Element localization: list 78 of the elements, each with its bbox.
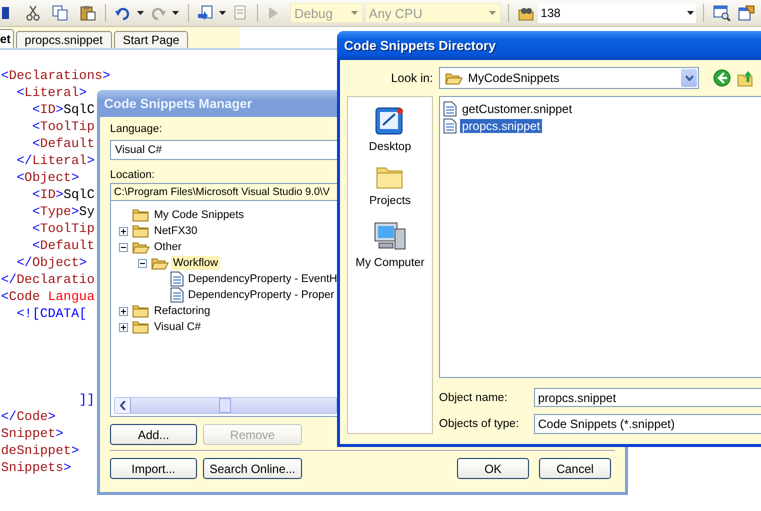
field-label: Objects of type:: [439, 418, 520, 430]
document-icon: [170, 287, 184, 303]
window-title: Code Snippets Directory: [344, 38, 496, 53]
document-icon: [443, 118, 457, 134]
tree-item[interactable]: Workflow: [171, 256, 220, 270]
code-line: </Code>: [1, 409, 56, 424]
copy-icon[interactable]: [50, 4, 70, 22]
object-type-dropdown[interactable]: Code Snippets (*.snippet): [534, 414, 761, 434]
look-in-dropdown[interactable]: MyCodeSnippets: [439, 67, 699, 89]
code-line: Snippet>: [1, 426, 64, 441]
object-name-field[interactable]: propcs.snippet: [534, 388, 761, 407]
open-folder-icon: [132, 240, 150, 254]
tree-item[interactable]: Visual C#: [152, 320, 203, 334]
folder-icon: [132, 304, 150, 318]
dialog-button[interactable]: Cancel: [539, 458, 611, 479]
document-icon: [170, 271, 184, 287]
code-line: </Literal>: [16, 153, 95, 168]
expand-icon[interactable]: [119, 226, 128, 236]
page-arrow-icon[interactable]: [195, 4, 216, 22]
language-dropdown[interactable]: Visual C#: [110, 140, 338, 160]
scrollbar-thumb[interactable]: [219, 398, 231, 413]
code-line: <Code Langua: [1, 289, 95, 304]
code-line: <![CDATA[: [16, 306, 87, 321]
clipboard-icon[interactable]: [78, 4, 98, 22]
tree-item[interactable]: My Code Snippets: [152, 208, 246, 222]
editor-tab[interactable]: et: [0, 29, 14, 48]
code-line: <Default: [31, 136, 95, 151]
dialog-button[interactable]: Add...: [110, 424, 197, 445]
code-line: <Object>: [16, 170, 80, 185]
code-line: <ToolTip: [31, 221, 95, 236]
collapse-icon[interactable]: [119, 242, 128, 252]
place-item[interactable]: My Computer: [353, 221, 427, 279]
tree-item[interactable]: Other: [152, 240, 184, 254]
field-label: Language:: [110, 122, 162, 136]
folder-icon: [132, 224, 150, 238]
code-line: deSnippet>: [1, 443, 80, 458]
file-item[interactable]: propcs.snippet: [460, 118, 542, 132]
dialog-button[interactable]: Search Online...: [203, 458, 302, 479]
code-line: </Object>: [16, 255, 87, 270]
folder-icon: [132, 208, 150, 222]
code-line: <Literal>: [16, 85, 87, 100]
editor-tab[interactable]: propcs.snippet: [16, 31, 112, 48]
folder-icon: [445, 71, 463, 85]
expand-icon[interactable]: [119, 306, 128, 316]
place-item[interactable]: Projects: [367, 163, 413, 221]
back-icon[interactable]: [713, 69, 731, 87]
editor-tab[interactable]: Start Page: [114, 31, 188, 48]
location-field[interactable]: C:\Program Files\Microsoft Visual Studio 9.0\V: [110, 183, 338, 201]
collapse-icon[interactable]: [138, 258, 147, 268]
horizontal-scrollbar[interactable]: [114, 397, 337, 414]
file-item[interactable]: getCustomer.snippet: [460, 102, 574, 116]
tree-item[interactable]: Refactoring: [152, 304, 212, 318]
place-item[interactable]: Desktop: [366, 105, 414, 163]
code-line: Snippets>: [1, 460, 72, 475]
code-line: <Default: [31, 238, 95, 253]
folder-icon: [132, 320, 150, 334]
code-line: <Declarations>: [1, 68, 110, 83]
window-title: Code Snippets Manager: [104, 96, 252, 111]
up-folder-icon[interactable]: [737, 69, 755, 87]
field-label: Location:: [110, 168, 155, 182]
tree-item[interactable]: DependencyProperty - EventH: [186, 272, 340, 286]
find-field[interactable]: 138: [538, 3, 696, 23]
dialog-button[interactable]: OK: [457, 458, 529, 479]
document-icon: [443, 100, 457, 116]
expand-icon[interactable]: [119, 322, 128, 332]
field-label: Look in:: [390, 71, 433, 85]
code-line: <ToolTip: [31, 119, 95, 134]
tree-item[interactable]: DependencyProperty - Proper: [186, 288, 336, 302]
open-folder-icon: [151, 256, 169, 270]
field-label: Object name:: [439, 392, 508, 404]
code-line: <Type>Sy: [31, 204, 95, 219]
code-line: </Declaratio: [1, 272, 95, 287]
tree-item[interactable]: NetFX30: [152, 224, 200, 238]
window-search-icon[interactable]: [711, 4, 734, 22]
code-line: <ID>SqlC: [31, 102, 95, 117]
code-line: ]]: [78, 392, 95, 407]
code-line: <ID>SqlC: [31, 187, 95, 202]
dialog-button[interactable]: Import...: [110, 458, 197, 479]
